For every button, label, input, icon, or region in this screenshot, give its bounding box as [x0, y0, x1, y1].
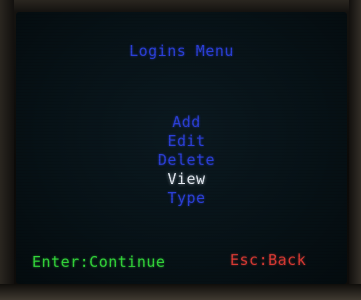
menu-item-delete[interactable]: Delete [16, 151, 347, 170]
bezel-top-edge [0, 0, 361, 12]
bezel-right-edge [349, 0, 361, 300]
menu-item-edit[interactable]: Edit [16, 132, 347, 151]
device-bezel: Logins Menu Add Edit Delete View Type En… [0, 0, 361, 300]
menu-item-add[interactable]: Add [16, 113, 347, 132]
logins-menu-list: Add Edit Delete View Type [16, 113, 347, 208]
bezel-left-edge [0, 0, 14, 300]
menu-item-type[interactable]: Type [16, 189, 347, 208]
lcd-screen: Logins Menu Add Edit Delete View Type En… [16, 12, 347, 284]
enter-continue-hint[interactable]: Enter:Continue [32, 253, 165, 271]
bezel-bottom-edge [0, 284, 361, 300]
menu-title: Logins Menu [129, 42, 234, 60]
menu-item-view[interactable]: View [16, 170, 347, 189]
esc-back-hint[interactable]: Esc:Back [230, 251, 306, 269]
